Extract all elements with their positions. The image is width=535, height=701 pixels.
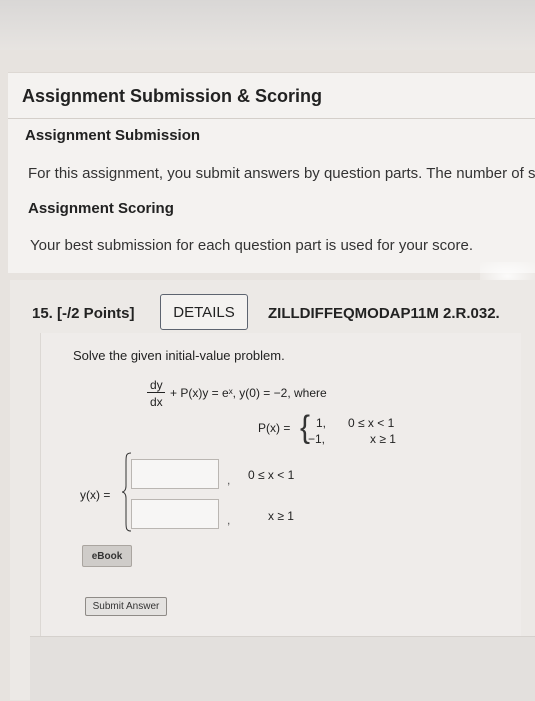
question-number-points: 15. [-/2 Points] [32, 305, 135, 322]
top-background [0, 0, 535, 50]
yx-label: y(x) = [80, 488, 111, 502]
ebook-button[interactable]: eBook [82, 545, 132, 567]
details-label: DETAILS [173, 303, 235, 321]
separator-1: , [227, 473, 231, 487]
separator-2: , [227, 513, 231, 527]
answer-input-2[interactable] [131, 499, 219, 529]
px-label: P(x) = [258, 421, 291, 435]
derivative-denominator: dx [150, 395, 163, 409]
question-code: ZILLDIFFEQMODAP11M 2.R.032. [268, 305, 500, 322]
submit-answer-button[interactable]: Submit Answer [85, 597, 167, 616]
scoring-heading: Assignment Scoring [28, 200, 174, 217]
submission-text: For this assignment, you submit answers … [28, 165, 535, 182]
px-value-1: 1, [316, 416, 327, 430]
answer-condition-1: 0 ≤ x < 1 [248, 468, 295, 482]
px-condition-2: x ≥ 1 [370, 432, 396, 446]
next-question-card [30, 636, 535, 701]
px-condition-1: 0 ≤ x < 1 [348, 416, 395, 430]
derivative-numerator: dy [150, 378, 163, 392]
scoring-text: Your best submission for each question p… [30, 237, 474, 254]
submission-heading: Assignment Submission [25, 127, 201, 144]
equation-rest: + P(x)y = eˣ, y(0) = −2, where [170, 386, 327, 400]
section-title: Assignment Submission & Scoring [22, 86, 323, 106]
fraction-bar [147, 392, 165, 393]
answer-condition-2: x ≥ 1 [268, 509, 294, 523]
section-divider [8, 118, 535, 119]
details-button[interactable]: DETAILS [160, 294, 248, 330]
px-value-2: −1, [308, 432, 326, 446]
answer-input-1[interactable] [131, 459, 219, 489]
question-prompt: Solve the given initial-value problem. [73, 348, 285, 363]
